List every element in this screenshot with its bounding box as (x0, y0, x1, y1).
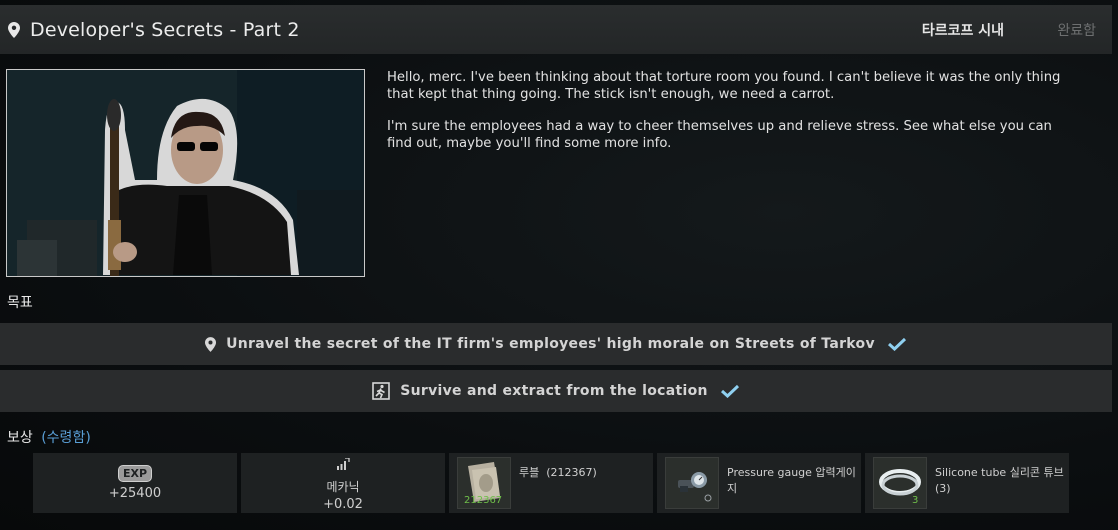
item-name: Silicone tube 실리콘 튜브 (935, 466, 1064, 479)
item-detail: (3) (935, 482, 951, 495)
item-label: 루블 (212367) (519, 465, 649, 481)
checkmark-icon (887, 337, 907, 351)
quest-title: Developer's Secrets - Part 2 (30, 18, 300, 41)
exit-icon (372, 382, 391, 400)
reward-item[interactable]: 212367 루블 (212367) (449, 453, 653, 513)
standing-icon (336, 455, 350, 474)
exp-value: +25400 (108, 486, 162, 501)
item-label: Silicone tube 실리콘 튜브 (3) (935, 465, 1065, 497)
quest-header: Developer's Secrets - Part 2 타르코프 시내 완료함 (0, 5, 1112, 54)
quest-description: Hello, merc. I've been thinking about th… (387, 70, 1077, 168)
item-count: 3 (912, 495, 919, 506)
reward-item[interactable]: Pressure gauge 압력게이지 (657, 453, 861, 513)
description-paragraph: Hello, merc. I've been thinking about th… (387, 70, 1061, 102)
location-pin-icon (205, 336, 217, 352)
item-label: Pressure gauge 압력게이지 (727, 465, 857, 497)
objectives-heading: 목표 (7, 295, 33, 311)
reward-standing: 메카닉 +0.02 (241, 453, 445, 513)
trader-portrait (6, 69, 365, 277)
item-count: 212367 (464, 495, 503, 506)
item-detail: (212367) (546, 466, 597, 479)
quest-location: 타르코프 시내 (921, 22, 1004, 39)
item-name: Pressure gauge 압력게이지 (727, 466, 856, 495)
description-paragraph: I'm sure the employees had a way to chee… (387, 119, 1052, 151)
quest-status: 완료함 (1057, 22, 1096, 39)
objective-text: Unravel the secret of the IT firm's empl… (226, 336, 875, 352)
objective-row: Unravel the secret of the IT firm's empl… (0, 323, 1112, 365)
rewards-label: 보상 (7, 430, 33, 446)
rewards-heading: 보상 (수령함) (7, 427, 91, 447)
item-slot[interactable]: 212367 (457, 457, 511, 509)
pressure-gauge-icon (666, 472, 718, 512)
objective-row: Survive and extract from the location (0, 370, 1112, 412)
checkmark-icon (720, 384, 740, 398)
objective-text: Survive and extract from the location (400, 383, 708, 399)
exp-icon: EXP (117, 465, 153, 482)
reward-item[interactable]: 3 Silicone tube 실리콘 튜브 (3) (865, 453, 1069, 513)
standing-value: +0.02 (323, 496, 363, 512)
item-slot[interactable]: 3 (873, 457, 927, 509)
rewards-claimed-label: (수령함) (41, 430, 91, 446)
standing-trader: 메카닉 (326, 479, 360, 494)
reward-exp: EXP +25400 (33, 453, 237, 513)
location-pin-icon (8, 19, 24, 41)
item-name: 루블 (519, 466, 540, 479)
item-slot[interactable] (665, 457, 719, 509)
